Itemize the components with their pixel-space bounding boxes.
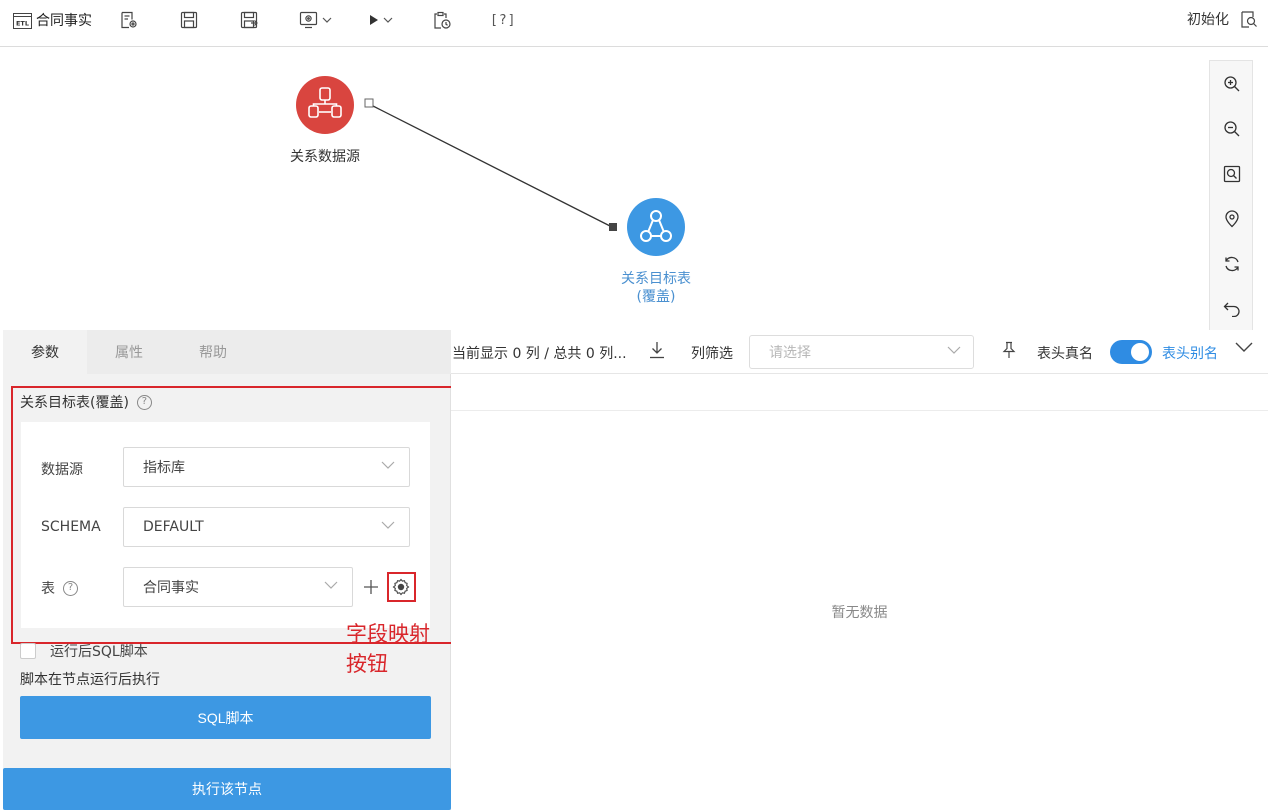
source-node-label: 关系数据源 bbox=[290, 149, 360, 165]
etl-title: ETL 合同事实 bbox=[13, 8, 92, 32]
script-note: 脚本在节点运行后执行 bbox=[20, 672, 160, 688]
workflow-title: 合同事实 bbox=[36, 13, 92, 29]
save-icon bbox=[180, 11, 198, 29]
column-filter-placeholder: 请选择 bbox=[769, 345, 811, 361]
svg-text:ETL: ETL bbox=[16, 19, 29, 27]
location-pin-icon bbox=[1225, 209, 1239, 227]
empty-state: 暂无数据 bbox=[831, 605, 888, 621]
zoom-out-icon bbox=[1224, 120, 1240, 136]
refresh-button[interactable] bbox=[1210, 241, 1254, 286]
save-button[interactable] bbox=[180, 8, 198, 32]
monitor-gear-icon bbox=[299, 11, 318, 29]
header-real-name-label: 表头真名 bbox=[1037, 346, 1093, 362]
column-count: 当前显示 0 列 / 总共 0 列... bbox=[452, 346, 627, 362]
schedule-button[interactable] bbox=[433, 8, 452, 32]
undo-icon bbox=[1223, 302, 1240, 317]
chevron-down-icon bbox=[383, 17, 393, 23]
post-sql-label: 运行后SQL脚本 bbox=[50, 644, 148, 660]
config-tabs: 参数 属性 帮助 bbox=[3, 330, 451, 374]
zoom-out-button[interactable] bbox=[1210, 106, 1254, 151]
preview-table-header bbox=[451, 374, 1268, 411]
target-port[interactable] bbox=[609, 223, 617, 231]
annotation-frame bbox=[11, 386, 494, 644]
save-as-icon bbox=[240, 11, 258, 29]
chevron-down-icon[interactable] bbox=[1235, 342, 1253, 353]
download-icon[interactable] bbox=[649, 341, 665, 359]
header-name-toggle[interactable] bbox=[1110, 340, 1152, 364]
chevron-down-icon bbox=[947, 346, 961, 354]
column-filter-label: 列筛选 bbox=[691, 346, 733, 362]
top-toolbar: ETL 合同事实 [?] 初始化 bbox=[0, 0, 1268, 47]
tab-help[interactable]: 帮助 bbox=[171, 330, 255, 374]
fit-search-icon bbox=[1223, 165, 1241, 182]
target-node-label-line1: 关系目标表 bbox=[621, 271, 691, 287]
preview-header: 当前显示 0 列 / 总共 0 列... 列筛选 请选择 表头真名 表头别名 bbox=[451, 330, 1268, 374]
annotation-button-frame bbox=[387, 572, 416, 602]
sql-script-button[interactable]: SQL脚本 bbox=[20, 696, 431, 739]
refresh-icon bbox=[1225, 256, 1239, 271]
post-sql-checkbox[interactable] bbox=[20, 643, 36, 659]
toolbar-right: 初始化 bbox=[1187, 9, 1258, 29]
zoom-in-icon bbox=[1224, 75, 1240, 91]
locate-button[interactable] bbox=[1210, 196, 1254, 241]
post-sql-option: 运行后SQL脚本 bbox=[20, 641, 148, 661]
document-gear-icon bbox=[121, 11, 137, 29]
settings-dropdown[interactable] bbox=[299, 8, 332, 32]
column-filter-select[interactable]: 请选择 bbox=[749, 335, 974, 369]
canvas-controls bbox=[1209, 60, 1253, 330]
target-node-label-line2: (覆盖) bbox=[636, 289, 676, 305]
chevron-down-icon bbox=[322, 17, 332, 23]
target-node[interactable] bbox=[627, 198, 685, 256]
tab-params[interactable]: 参数 bbox=[3, 330, 87, 374]
zoom-in-button[interactable] bbox=[1210, 61, 1254, 106]
toggle-knob bbox=[1131, 343, 1149, 361]
init-button[interactable]: 初始化 bbox=[1187, 9, 1229, 29]
pin-icon[interactable] bbox=[1002, 341, 1016, 359]
connection-line bbox=[372, 105, 613, 228]
clipboard-clock-icon bbox=[434, 11, 451, 29]
target-node-label: 关系目标表 (覆盖) bbox=[600, 270, 712, 306]
run-dropdown[interactable] bbox=[368, 8, 393, 32]
node-config-panel: 参数 属性 帮助 关系目标表(覆盖) ? 数据源 指标库 SCHEMA DEFA… bbox=[3, 330, 494, 810]
help-button[interactable]: [?] bbox=[490, 8, 516, 32]
undo-button[interactable] bbox=[1210, 286, 1254, 331]
source-node[interactable] bbox=[296, 76, 354, 134]
preview-search-icon[interactable] bbox=[1239, 10, 1258, 29]
execute-node-button[interactable]: 执行该节点 bbox=[3, 768, 451, 810]
tab-properties[interactable]: 属性 bbox=[87, 330, 171, 374]
save-as-button[interactable] bbox=[240, 8, 259, 32]
flow-canvas[interactable]: 关系数据源 关系目标表 (覆盖) bbox=[0, 48, 1268, 330]
play-icon bbox=[370, 15, 378, 25]
source-port[interactable] bbox=[364, 98, 374, 108]
fit-view-button[interactable] bbox=[1210, 151, 1254, 196]
data-preview-panel: 当前显示 0 列 / 总共 0 列... 列筛选 请选择 表头真名 表头别名 暂… bbox=[451, 330, 1268, 810]
properties-button[interactable] bbox=[120, 8, 138, 32]
etl-icon: ETL bbox=[13, 12, 32, 29]
header-alias-label: 表头别名 bbox=[1162, 346, 1218, 362]
annotation-label: 字段映射按钮 bbox=[346, 622, 430, 676]
